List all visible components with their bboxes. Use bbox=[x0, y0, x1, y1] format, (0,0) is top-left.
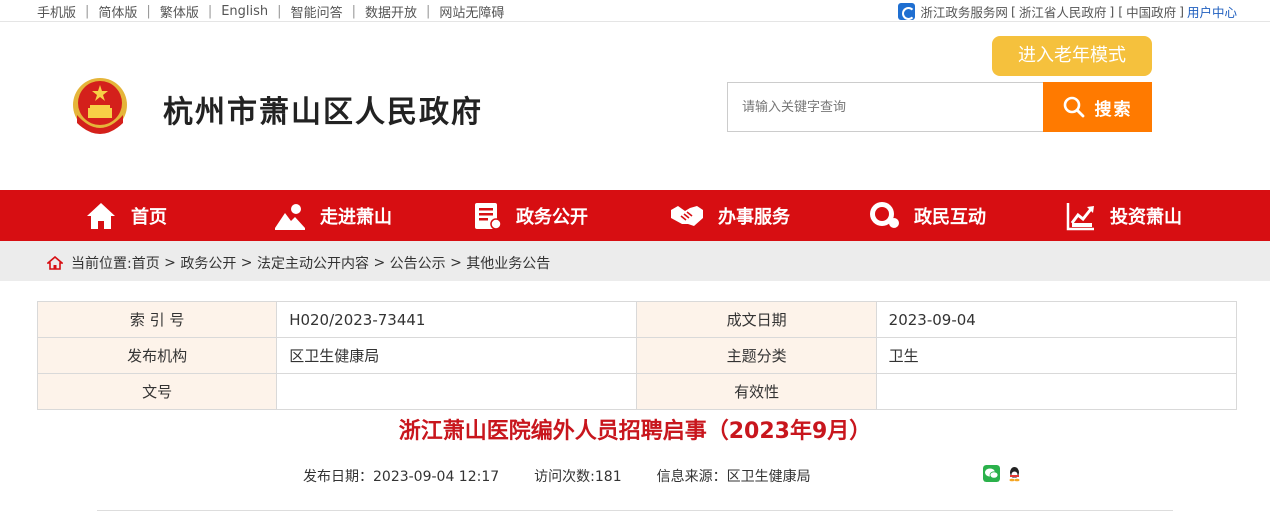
breadcrumb-announcements[interactable]: 公告公示 bbox=[390, 253, 446, 273]
home-icon bbox=[87, 202, 115, 229]
validity-value bbox=[875, 373, 1238, 410]
table-row: 发布机构 区卫生健康局 主题分类 卫生 bbox=[36, 337, 1238, 374]
breadcrumb-other-notices[interactable]: 其他业务公告 bbox=[466, 253, 550, 273]
location-home-icon bbox=[47, 256, 63, 270]
topic-value: 卫生 bbox=[875, 337, 1238, 374]
index-no-value: H020/2023-73441 bbox=[276, 301, 638, 338]
separator: | bbox=[146, 4, 151, 19]
visit-count: 访问次数:181 bbox=[534, 469, 622, 485]
article-meta: 发布日期：2023-09-04 12:17 访问次数:181 信息来源：区卫生健… bbox=[303, 466, 846, 486]
user-center-link[interactable]: 用户中心 bbox=[1187, 2, 1237, 21]
index-no-label: 索 引 号 bbox=[36, 301, 278, 338]
divider bbox=[97, 510, 1173, 511]
doc-number-label: 文号 bbox=[36, 373, 278, 410]
share-buttons bbox=[983, 465, 1029, 482]
chat-icon bbox=[870, 201, 899, 228]
breadcrumb-gov-affairs[interactable]: 政务公开 bbox=[180, 253, 236, 273]
doc-number-value bbox=[276, 373, 638, 410]
elder-mode-button[interactable]: 进入老年模式 bbox=[992, 36, 1152, 76]
nav-item-interaction[interactable]: 政民互动 bbox=[868, 190, 986, 241]
topic-label: 主题分类 bbox=[636, 337, 877, 374]
search-icon bbox=[1063, 96, 1084, 118]
separator: | bbox=[351, 4, 356, 19]
publisher-label: 发布机构 bbox=[36, 337, 278, 374]
top-utility-bar: 手机版 | 简体版 | 繁体版 | English | 智能问答 | 数据开放 | 网站无障… bbox=[0, 0, 1270, 22]
publisher-value: 区卫生健康局 bbox=[276, 337, 638, 374]
document-icon bbox=[475, 202, 502, 230]
article-title: 浙江萧山医院编外人员招聘启事（2023年9月） bbox=[398, 419, 872, 444]
open-data-link[interactable]: 数据开放 bbox=[365, 2, 417, 21]
main-nav: 首页 走进萧山 政务公开 办事服务 政民互动 投资萧山 bbox=[0, 190, 1270, 241]
table-row: 文号 有效性 bbox=[36, 373, 1238, 410]
publish-date: 发布日期：2023-09-04 12:17 bbox=[303, 469, 500, 485]
search-button[interactable]: 搜索 bbox=[1043, 82, 1152, 132]
handshake-icon bbox=[671, 205, 703, 226]
mobile-version-link[interactable]: 手机版 bbox=[37, 2, 76, 21]
english-link[interactable]: English bbox=[221, 4, 268, 19]
smart-qa-link[interactable]: 智能问答 bbox=[291, 2, 343, 21]
accessibility-link[interactable]: 网站无障碍 bbox=[439, 2, 504, 21]
separator: | bbox=[207, 4, 213, 19]
top-right-links: 浙江政务服务网 [ 浙江省人民政府 ] [ 中国政府 ] 用户中心 bbox=[898, 2, 1237, 21]
nav-item-home[interactable]: 首页 bbox=[85, 190, 167, 241]
site-title: 杭州市萧山区人民政府 bbox=[163, 95, 483, 130]
top-links: 手机版 | 简体版 | 繁体版 | English | 智能问答 | 数据开放 | 网站无障… bbox=[37, 2, 504, 21]
breadcrumb-statutory[interactable]: 法定主动公开内容 bbox=[257, 253, 369, 273]
breadcrumb-prefix: 当前位置: bbox=[71, 256, 132, 272]
separator: | bbox=[85, 4, 90, 19]
simplified-chinese-link[interactable]: 简体版 bbox=[98, 2, 137, 21]
qq-icon[interactable] bbox=[1006, 465, 1023, 482]
zj-gov-link[interactable]: 浙江省人民政府 bbox=[1019, 2, 1107, 21]
wechat-icon[interactable] bbox=[983, 465, 1000, 482]
china-gov-link[interactable]: 中国政府 bbox=[1126, 2, 1176, 21]
search-input[interactable] bbox=[728, 83, 1043, 131]
nav-item-services[interactable]: 办事服务 bbox=[670, 190, 790, 241]
landscape-icon bbox=[275, 203, 305, 230]
separator: | bbox=[277, 4, 282, 19]
info-source: 信息来源：区卫生健康局 bbox=[656, 469, 811, 485]
zj-service-link[interactable]: 浙江政务服务网 bbox=[920, 2, 1008, 21]
nav-item-about[interactable]: 走进萧山 bbox=[274, 190, 392, 241]
separator: | bbox=[425, 4, 431, 19]
doc-date-value: 2023-09-04 bbox=[875, 301, 1238, 338]
site-header: 杭州市萧山区人民政府 进入老年模式 搜索 bbox=[0, 22, 1270, 190]
nav-item-investment[interactable]: 投资萧山 bbox=[1066, 190, 1182, 241]
zj-service-logo-icon bbox=[898, 3, 916, 20]
search-box bbox=[727, 82, 1043, 132]
doc-date-label: 成文日期 bbox=[636, 301, 877, 338]
chart-icon bbox=[1066, 202, 1094, 230]
breadcrumb: 当前位置: 首页 > 政务公开 > 法定主动公开内容 > 公告公示 > 其他业务… bbox=[0, 241, 1270, 281]
validity-label: 有效性 bbox=[636, 373, 877, 410]
nav-item-gov-affairs[interactable]: 政务公开 bbox=[472, 190, 588, 241]
table-row: 索 引 号 H020/2023-73441 成文日期 2023-09-04 bbox=[36, 301, 1238, 338]
national-emblem-icon bbox=[73, 78, 127, 134]
search-button-label: 搜索 bbox=[1094, 99, 1133, 120]
document-info-table: 索 引 号 H020/2023-73441 成文日期 2023-09-04 发布… bbox=[36, 301, 1238, 410]
traditional-chinese-link[interactable]: 繁体版 bbox=[160, 2, 199, 21]
breadcrumb-home[interactable]: 首页 bbox=[132, 253, 160, 273]
